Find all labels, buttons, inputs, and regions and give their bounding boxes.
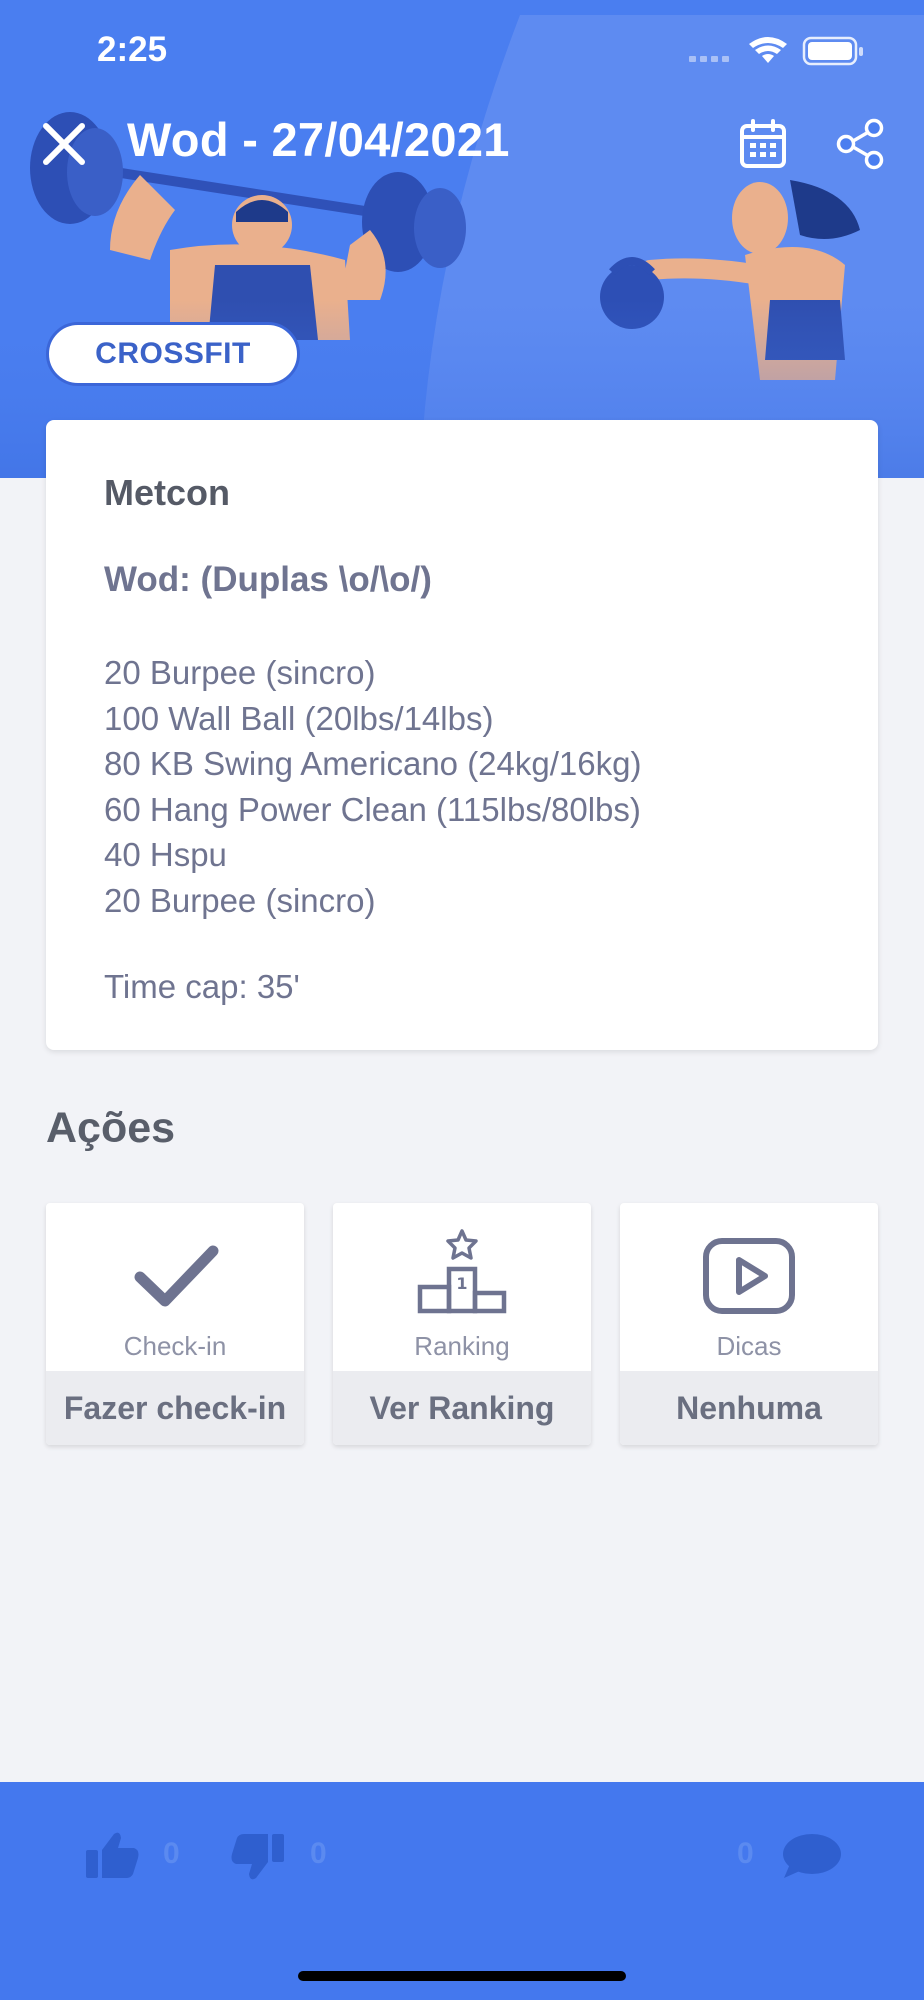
status-time: 2:25 <box>97 30 168 69</box>
wod-exercise-list: 20 Burpee (sincro) 100 Wall Ball (20lbs/… <box>104 650 641 923</box>
ranking-action-card[interactable]: 1 Ranking Ver Ranking <box>333 1203 591 1445</box>
calendar-button[interactable] <box>738 118 788 170</box>
exercise-line: 100 Wall Ball (20lbs/14lbs) <box>104 699 494 737</box>
share-icon <box>836 118 884 170</box>
workout-section-title: Metcon <box>104 472 230 513</box>
workout-card: Metcon Wod: (Duplas \o/\o/) 20 Burpee (s… <box>46 420 878 1050</box>
bottom-reaction-bar: 0 0 0 <box>0 1782 924 2000</box>
cellular-signal-icon <box>689 56 729 62</box>
exercise-line: 80 KB Swing Americano (24kg/16kg) <box>104 745 642 782</box>
time-cap: Time cap: 35' <box>104 968 300 1005</box>
action-caption: Ranking <box>414 1331 510 1361</box>
category-tag: CROSSFIT <box>46 322 300 386</box>
exercise-line: 60 Hang Power Clean (115lbs/80lbs) <box>104 790 641 828</box>
thumbs-up-icon <box>86 1832 139 1878</box>
action-caption: Dicas <box>716 1331 782 1361</box>
dislike-count: 0 <box>310 1837 327 1870</box>
checkin-button[interactable]: Fazer check-in <box>46 1371 304 1445</box>
podium-icon: 1 <box>417 1229 507 1314</box>
thumbs-down-icon <box>231 1834 284 1880</box>
ranking-button[interactable]: Ver Ranking <box>333 1371 591 1445</box>
tips-action-card[interactable]: Dicas Nenhuma <box>620 1203 878 1445</box>
checkin-action-card[interactable]: Check-in Fazer check-in <box>46 1203 304 1445</box>
wifi-icon <box>749 37 787 63</box>
page-title: Wod - 27/04/2021 <box>127 113 510 166</box>
share-button[interactable] <box>834 118 886 170</box>
tips-button[interactable]: Nenhuma <box>620 1371 878 1445</box>
close-button[interactable] <box>34 114 94 174</box>
exercise-line: 20 Burpee (sincro) <box>104 881 376 919</box>
like-count: 0 <box>163 1837 180 1870</box>
comment-count: 0 <box>737 1837 754 1870</box>
actions-title: Ações <box>46 1104 176 1152</box>
dislike-button[interactable] <box>230 1832 286 1887</box>
comment-bubble-icon <box>783 1834 841 1878</box>
comments-button[interactable] <box>780 1832 842 1887</box>
calendar-icon <box>740 119 786 168</box>
battery-icon <box>802 36 863 66</box>
status-bar: 2:25 <box>0 0 924 100</box>
close-icon <box>43 123 85 165</box>
exercise-line: 40 Hspu <box>104 836 227 873</box>
like-button[interactable] <box>84 1830 140 1885</box>
status-icons <box>689 34 869 75</box>
svg-text:1: 1 <box>456 1274 467 1293</box>
home-indicator <box>298 1971 626 1981</box>
play-icon <box>703 1238 795 1314</box>
check-icon <box>134 1245 219 1307</box>
action-caption: Check-in <box>123 1331 227 1361</box>
wod-subtitle: Wod: (Duplas \o/\o/) <box>104 560 432 599</box>
exercise-line: 20 Burpee (sincro) <box>104 654 376 691</box>
